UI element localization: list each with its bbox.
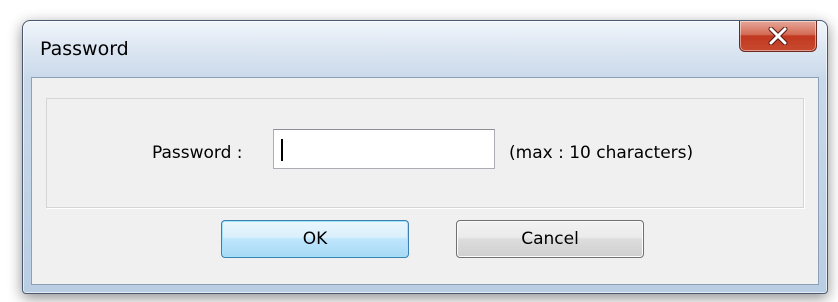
dialog-title: Password (40, 38, 129, 60)
close-x-icon (768, 27, 788, 45)
max-length-note: (max : 10 characters) (509, 143, 694, 163)
text-caret (281, 139, 283, 161)
close-button[interactable] (739, 21, 817, 52)
title-bar[interactable]: Password (23, 21, 827, 77)
password-group: Password : (max : 10 characters) (46, 98, 804, 208)
password-dialog: Password Password : (max : 10 characters… (22, 20, 828, 294)
password-input[interactable] (273, 129, 495, 169)
ok-button[interactable]: OK (221, 220, 409, 258)
dialog-body: Password : (max : 10 characters) OK Canc… (31, 77, 819, 285)
password-label: Password : (152, 143, 243, 163)
cancel-button[interactable]: Cancel (456, 220, 644, 258)
